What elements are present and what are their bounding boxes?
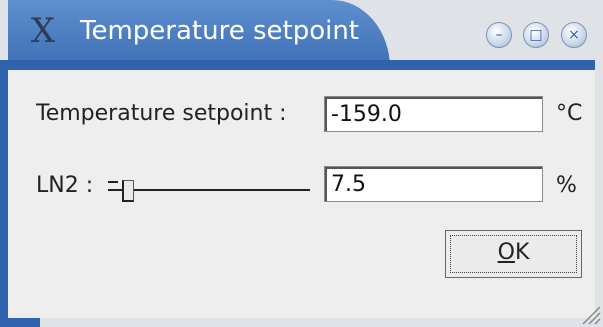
- setpoint-label: Temperature setpoint :: [36, 101, 287, 126]
- x-icon[interactable]: X: [26, 14, 60, 48]
- title-strip: [0, 60, 603, 70]
- ln2-slider-handle[interactable]: [122, 180, 135, 202]
- window-border-bottom: [0, 318, 603, 327]
- minimize-icon: –: [495, 27, 503, 43]
- window-border-left: [0, 60, 8, 327]
- resize-grip-icon[interactable]: [579, 303, 601, 325]
- ok-button[interactable]: OK: [445, 230, 582, 278]
- slider-tick: [108, 181, 118, 183]
- setpoint-unit: °C: [556, 101, 583, 126]
- ok-button-label: OK: [446, 239, 581, 267]
- ln2-slider-track[interactable]: [108, 189, 310, 191]
- close-icon: ×: [568, 27, 580, 43]
- title-tab[interactable]: X Temperature setpoint: [8, 0, 390, 68]
- close-button[interactable]: ×: [561, 22, 587, 48]
- title-bar[interactable]: X Temperature setpoint – □ ×: [0, 0, 603, 68]
- window-corner-accent: [0, 318, 40, 327]
- window-title: Temperature setpoint: [80, 16, 360, 46]
- dialog-window: X Temperature setpoint – □ × Temperature…: [0, 0, 603, 327]
- maximize-icon: □: [529, 27, 543, 43]
- ok-label-rest: K: [514, 240, 530, 265]
- ln2-unit: %: [556, 173, 577, 198]
- ln2-label: LN2 :: [36, 173, 94, 198]
- ok-mnemonic: O: [497, 240, 515, 265]
- setpoint-input[interactable]: -159.0: [324, 96, 543, 132]
- minimize-button[interactable]: –: [486, 22, 512, 48]
- ln2-input[interactable]: 7.5: [324, 166, 543, 202]
- maximize-button[interactable]: □: [523, 22, 549, 48]
- window-border-right: [595, 60, 603, 327]
